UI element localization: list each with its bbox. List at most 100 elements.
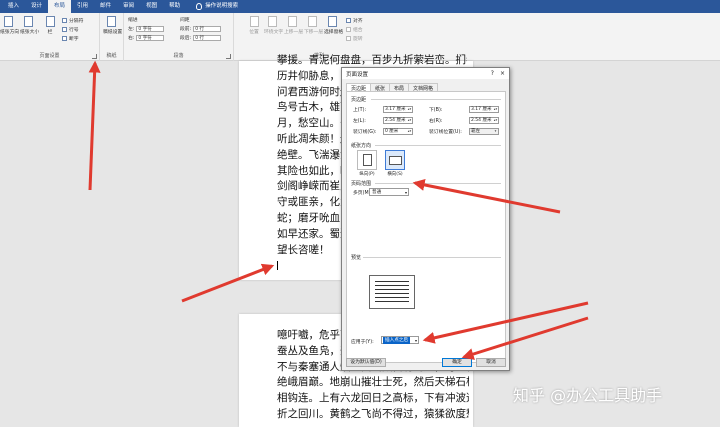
paragraph-group: 缩进 左: 0 字符 右: 0 字符 间距 段前: 0 行 段后: 0 行 段落 — [124, 13, 234, 61]
tab-help[interactable]: 帮助 — [163, 0, 186, 13]
group-objects-button[interactable]: 组合 — [346, 26, 363, 33]
margin-left-input[interactable]: 2.54 厘米 ▴▾ — [383, 117, 413, 124]
paragraph-group-label: 段落 — [173, 53, 184, 59]
line-numbers-icon — [62, 27, 67, 32]
spacing-before-value[interactable]: 0 行 — [193, 25, 222, 32]
forward-label: 上移一层 — [284, 30, 304, 35]
spin-icon[interactable]: ▴▾ — [407, 118, 412, 123]
size-button[interactable]: 纸张大小 — [20, 16, 39, 35]
spin-icon[interactable]: ▴▾ — [407, 107, 412, 112]
apply-to-label: 应用于(Y): — [351, 340, 374, 345]
margin-top-value: 3.17 厘米 — [385, 107, 406, 112]
backward-label: 下移一层 — [304, 30, 324, 35]
orientation-button[interactable]: 纸张方向 — [0, 16, 19, 35]
hyphenation-button[interactable]: 断字 — [62, 35, 79, 42]
position-button[interactable]: 位置 — [246, 16, 262, 35]
indent-left-field[interactable]: 左: 0 字符 — [128, 25, 165, 32]
spin-icon[interactable]: ▴▾ — [407, 129, 412, 134]
selection-pane-icon — [327, 16, 337, 27]
draft-icon — [106, 16, 116, 27]
tell-me-search[interactable]: 操作说明搜索 — [190, 0, 244, 13]
rotate-icon — [346, 36, 351, 41]
margin-bottom-label: 下(B): — [429, 108, 443, 113]
margin-top-input[interactable]: 3.17 厘米 ▴▾ — [383, 106, 413, 113]
spacing-before-field[interactable]: 段前: 0 行 — [180, 25, 222, 32]
bring-forward-button[interactable]: 上移一层 — [284, 16, 304, 35]
margin-bottom-input[interactable]: 3.17 厘米 ▴▾ — [469, 106, 499, 113]
margin-top-label: 上(T): — [353, 108, 367, 113]
draft-settings-button[interactable]: 稿纸设置 — [103, 16, 123, 35]
hyphenation-label: 断字 — [69, 37, 79, 42]
landscape-button[interactable] — [385, 150, 405, 170]
margin-right-label: 右(R): — [429, 119, 443, 124]
help-icon[interactable]: ? — [491, 70, 494, 77]
breaks-label: 分隔符 — [69, 19, 84, 24]
portrait-option[interactable]: 纵向(P) — [357, 150, 377, 177]
pages-section-title: 页码范围 — [351, 181, 372, 187]
ok-button[interactable]: 确定 — [442, 358, 472, 367]
tab-references[interactable]: 引用 — [71, 0, 94, 13]
margin-left-field: 左(L): 2.54 厘米 ▴▾ — [353, 117, 413, 124]
gutter-label: 装订线(G): — [353, 130, 377, 135]
wrap-text-button[interactable]: 环绕文字 — [264, 16, 283, 35]
chevron-down-icon[interactable]: ▾ — [493, 129, 498, 134]
wrap-text-icon — [267, 16, 277, 27]
spacing-after-value[interactable]: 0 行 — [193, 34, 222, 41]
orientation-section-title: 纸张方向 — [351, 143, 372, 149]
margin-right-value: 2.54 厘米 — [471, 118, 492, 123]
tab-view[interactable]: 视图 — [140, 0, 163, 13]
rotate-label: 旋转 — [353, 37, 363, 42]
gutter-input[interactable]: 0 厘米 ▴▾ — [383, 128, 413, 135]
paragraph-launcher-icon[interactable] — [226, 54, 231, 59]
tab-layout[interactable]: 布局 — [48, 0, 72, 13]
cancel-button[interactable]: 取消 — [476, 358, 506, 367]
tab-insert[interactable]: 插入 — [2, 0, 25, 13]
tab-mailings[interactable]: 邮件 — [94, 0, 117, 13]
align-button[interactable]: 对齐 — [346, 17, 363, 24]
columns-button[interactable]: 栏 — [42, 16, 58, 35]
spacing-after-field[interactable]: 段后: 0 行 — [180, 34, 222, 41]
portrait-button[interactable] — [357, 150, 377, 170]
rotate-button[interactable]: 旋转 — [346, 35, 363, 42]
indent-title: 缩进 — [128, 18, 138, 23]
breaks-button[interactable]: 分隔符 — [62, 17, 83, 24]
selection-pane-button[interactable]: 选择窗格 — [324, 16, 343, 35]
dialog-title: 页面设置 — [346, 71, 369, 78]
apply-to-select[interactable]: 插入点之后 ▾ — [381, 336, 419, 344]
ribbon-tab-bar: 插入 设计 布局 引用 邮件 审阅 视图 帮助 操作说明搜索 — [0, 0, 720, 13]
indent-right-value[interactable]: 0 字符 — [136, 34, 165, 41]
align-icon — [346, 18, 351, 23]
hyphenation-icon — [62, 36, 67, 41]
indent-right-field[interactable]: 右: 0 字符 — [128, 34, 165, 41]
tab-review[interactable]: 审阅 — [117, 0, 140, 13]
landscape-option[interactable]: 横向(S) — [385, 150, 405, 177]
group-icon — [346, 27, 351, 32]
send-backward-button[interactable]: 下移一层 — [304, 16, 324, 35]
close-icon[interactable]: × — [500, 70, 505, 77]
chevron-down-icon: ▾ — [404, 190, 407, 195]
spin-icon[interactable]: ▴▾ — [493, 107, 498, 112]
margin-bottom-value: 3.17 厘米 — [471, 107, 492, 112]
line-numbers-button[interactable]: 行号 — [62, 26, 79, 33]
indent-left-value[interactable]: 0 字符 — [136, 25, 165, 32]
gutter-position-select[interactable]: 靠左 ▾ — [469, 128, 499, 135]
multiple-pages-select[interactable]: 普通 ▾ — [369, 188, 409, 196]
page-setup-launcher-icon[interactable] — [92, 54, 97, 59]
dialog-body: 页边距 上(T): 3.17 厘米 ▴▾ 下(B): 3.17 厘米 ▴▾ 左(L)… — [346, 91, 506, 363]
page-preview — [369, 275, 415, 309]
gutter-position-value: 靠左 — [471, 129, 480, 134]
margin-right-field: 右(R): 2.54 厘米 ▴▾ — [429, 117, 499, 124]
gutter-position-field: 装订线位置(U): 靠左 ▾ — [429, 128, 499, 135]
dialog-title-bar[interactable]: 页面设置 ? × — [342, 68, 509, 79]
divider — [375, 183, 501, 184]
draft-label: 稿纸设置 — [103, 30, 123, 35]
tab-design[interactable]: 设计 — [25, 0, 48, 13]
indent-left-label: 左: — [128, 27, 135, 32]
spin-icon[interactable]: ▴▾ — [493, 118, 498, 123]
text-cursor — [277, 261, 278, 270]
set-default-button[interactable]: 设为默认值(D) — [346, 358, 386, 367]
preview-line — [375, 301, 409, 302]
bring-forward-icon — [287, 16, 297, 27]
margin-right-input[interactable]: 2.54 厘米 ▴▾ — [469, 117, 499, 124]
preview-line — [375, 297, 409, 298]
